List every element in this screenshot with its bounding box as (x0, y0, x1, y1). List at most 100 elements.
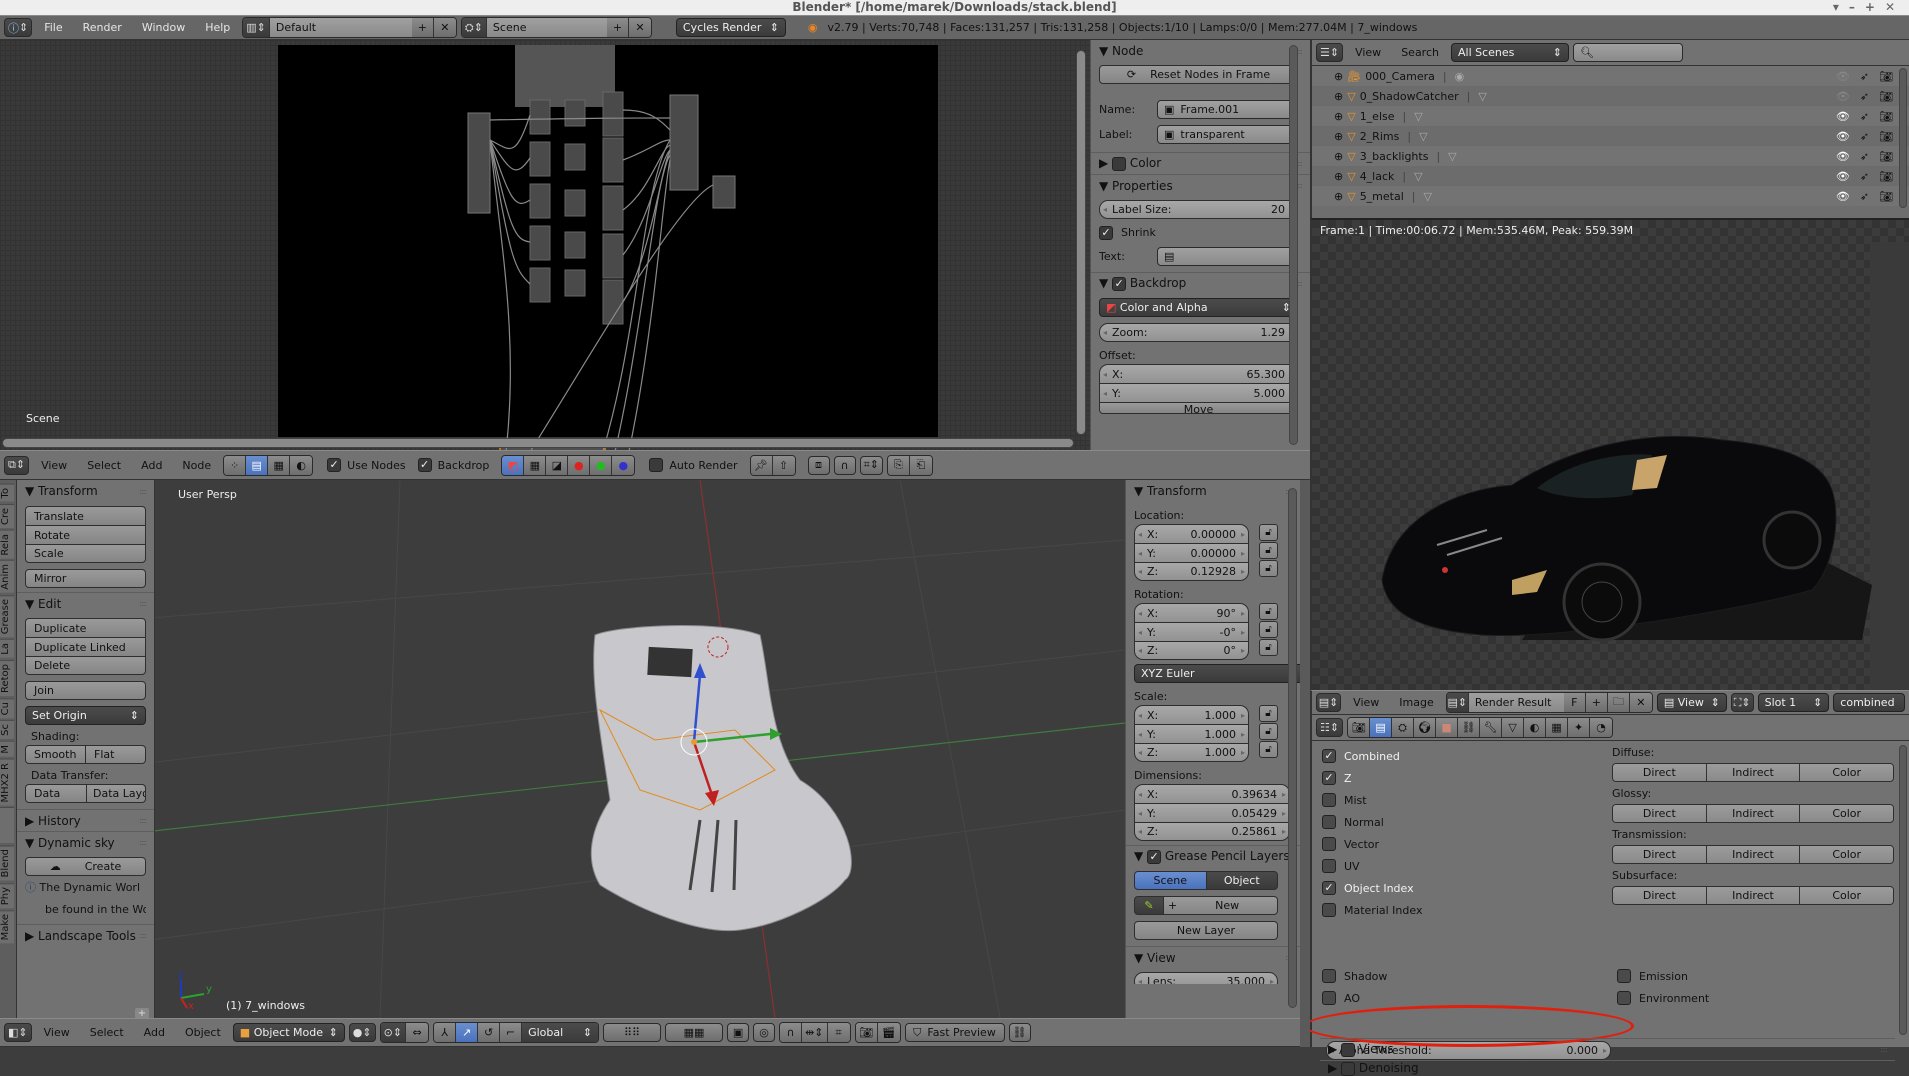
fast-preview-button[interactable]: ⛉ Fast Preview (904, 1023, 1005, 1042)
lock-icon[interactable]: 🔓︎ (1259, 621, 1278, 638)
pass-item[interactable]: ✓ Combined (1322, 745, 1602, 767)
properties-editor-type-button[interactable]: ☷⇕ (1316, 718, 1344, 737)
3d-editor-type-button[interactable]: ◧⇕ (4, 1023, 32, 1042)
expand-icon[interactable]: ⊕ (1334, 70, 1343, 83)
outliner-scrollbar[interactable] (1899, 68, 1907, 208)
outliner-display-mode-select[interactable]: All Scenes ⇕ (1450, 43, 1569, 62)
scale-x-field[interactable]: X:1.000 (1134, 705, 1249, 724)
pencil-icon[interactable]: ✎ (1134, 896, 1164, 915)
expand-icon[interactable]: ⊕ (1334, 130, 1343, 143)
pass-checkbox[interactable]: ✓ (1322, 749, 1336, 763)
toolshelf-tab[interactable]: Grease (0, 594, 14, 638)
mesh-data-icon[interactable]: ▽ (1414, 110, 1422, 123)
node-editor-type-button[interactable]: ⧉⇕ (4, 455, 30, 475)
dimensions-x-field[interactable]: X:0.39634 (1134, 784, 1290, 803)
node-panel-scrollbar[interactable] (1289, 45, 1298, 445)
image-editor-type-button[interactable]: ▤⇕ (1316, 693, 1342, 712)
viewport-shading-select[interactable]: ●⇕ (348, 1023, 376, 1042)
parent-tree-icon[interactable]: ⇧ (772, 455, 795, 475)
scale-button[interactable]: Scale (25, 544, 146, 563)
delete-screen-button[interactable]: ✕ (433, 18, 456, 37)
pivot-group[interactable]: ⊙⇕ ⇔ (379, 1022, 430, 1043)
particles-context-icon[interactable]: ✦ (1568, 718, 1591, 737)
grease-pencil-header[interactable]: ▼ ✓ Grease Pencil Layers (1126, 845, 1300, 867)
lock-layers-icon[interactable]: ▣ (727, 1023, 750, 1042)
use-nodes-checkbox[interactable]: ✓ (327, 458, 342, 472)
image-name-field[interactable]: Render Result (1468, 693, 1564, 712)
pass-checkbox[interactable]: ✓ (1322, 881, 1336, 895)
menu-window[interactable]: Window (134, 21, 193, 34)
label-size-field[interactable]: Label Size:20 (1099, 200, 1298, 219)
image-browse-icon[interactable]: ▤⇕ (1446, 693, 1469, 712)
interaction-mode-select[interactable]: ■ Object Mode ⇕ (232, 1023, 345, 1042)
data-transfer-button[interactable]: Data (25, 784, 87, 803)
node-panel-header[interactable]: ▼ Node:::: (1091, 40, 1310, 62)
visibility-eye-icon[interactable]: 👁︎ (1836, 110, 1850, 123)
toolshelf-tab[interactable]: Rela (0, 529, 14, 559)
shrink-checkbox[interactable]: ✓ (1099, 226, 1113, 240)
image-menu-image[interactable]: Image (1391, 696, 1441, 709)
pass-color-button[interactable]: Color (1800, 887, 1893, 904)
dynamic-sky-header[interactable]: ▼ Dynamic sky:::: (17, 831, 154, 853)
duplicate-linked-button[interactable]: Duplicate Linked (25, 637, 146, 656)
toolshelf-tab[interactable]: M (0, 741, 14, 757)
layers-grid-1[interactable]: ⠿⠿ (603, 1023, 662, 1042)
pass-checkbox[interactable]: ✓ (1322, 771, 1336, 785)
scale-z-field[interactable]: Z:1.000 (1134, 743, 1249, 762)
toolshelf-tab[interactable]: Cu (0, 697, 14, 719)
pass-checkbox[interactable] (1322, 837, 1336, 851)
snap-toggle-icon[interactable]: ∩ (780, 1023, 803, 1042)
pass-indirect-button[interactable]: Indirect (1706, 846, 1801, 863)
create-sky-button[interactable]: ☁ Create (25, 857, 146, 876)
3d-viewport[interactable]: User Persp z y x (1) 7_windows (0, 480, 1125, 1018)
new-grease-pencil-button[interactable]: + New (1164, 896, 1278, 915)
renderability-camera-icon[interactable]: 📷︎ (1879, 70, 1893, 83)
pass-item[interactable]: ✓ Object Index (1322, 877, 1602, 899)
use-custom-color-checkbox[interactable] (1112, 156, 1127, 171)
renderability-camera-icon[interactable]: 📷︎ (1879, 150, 1893, 163)
opengl-render-group[interactable]: 📷︎ 🎬︎ (854, 1022, 901, 1043)
pass-emission-checkbox[interactable] (1617, 969, 1631, 983)
world-context-icon[interactable]: 🌍︎ (1414, 718, 1437, 737)
outliner-search-input[interactable]: 🔍︎ (1572, 43, 1683, 62)
pass-direct-button[interactable]: Direct (1613, 764, 1707, 781)
visibility-eye-icon[interactable]: 👁︎ (1836, 170, 1850, 183)
dimensions-y-field[interactable]: Y:0.05429 (1134, 803, 1290, 822)
properties-scrollbar[interactable] (1899, 745, 1907, 1035)
close-icon[interactable]: ✕ (1885, 0, 1905, 14)
copy-icon[interactable]: ⎘ (887, 455, 910, 475)
location-x-field[interactable]: X:0.00000 (1134, 524, 1249, 543)
move-backdrop-button[interactable]: Move (1099, 402, 1298, 414)
text-datablock-field[interactable]: ▤ (1157, 247, 1298, 266)
lock-icon[interactable]: 🔓︎ (1259, 603, 1278, 620)
pass-shadow[interactable]: Shadow (1322, 965, 1602, 987)
other-nodes-icon[interactable]: ◐ (290, 455, 313, 475)
selectability-cursor-icon[interactable]: ➶ (1860, 70, 1869, 83)
viewport-scene[interactable] (0, 480, 1125, 1018)
copy-paste-group[interactable]: ⎘ ⎗ (886, 454, 933, 476)
visibility-eye-icon[interactable]: 👁︎ (1836, 190, 1850, 203)
editor-type-info-button[interactable]: ⓘ ⇕ (4, 18, 33, 37)
outliner-editor-type-button[interactable]: ☰⇕ (1316, 43, 1344, 62)
mesh-data-icon[interactable]: ▽ (1414, 170, 1422, 183)
node-menu-view[interactable]: View (33, 459, 75, 472)
add-scene-button[interactable]: + (606, 18, 629, 37)
data-context-icon[interactable]: ▽ (1502, 718, 1525, 737)
mirror-button[interactable]: Mirror (25, 569, 146, 588)
reset-nodes-in-frame-button[interactable]: ⟳ Reset Nodes in Frame (1099, 65, 1298, 84)
outliner-item[interactable]: ⊕ ▽ 5_metal | ▽ 👁︎ ➶ 📷︎ (1312, 186, 1909, 206)
node-graph[interactable] (0, 40, 1090, 450)
toolshelf-tab[interactable]: Retop (0, 659, 14, 696)
menu-render[interactable]: Render (75, 21, 130, 34)
render-engine-select[interactable]: Cycles Render ⇕ (675, 18, 786, 37)
toolshelf-tab[interactable] (0, 807, 14, 844)
rotate-manipulator-icon[interactable]: ↺ (478, 1023, 501, 1042)
render-slot-select[interactable]: Slot 1 ⇕ (1757, 693, 1830, 712)
snap-icon[interactable]: ⧈ (807, 455, 830, 475)
pass-environment-checkbox[interactable] (1617, 991, 1631, 1005)
color-alpha-channel-icon[interactable]: ◩ (502, 455, 525, 475)
node-menu-select[interactable]: Select (79, 459, 129, 472)
screen-layout-selector[interactable]: ▥⇕ Default + ✕ (242, 17, 457, 38)
screen-layout-icon[interactable]: ▥⇕ (243, 18, 270, 37)
3d-menu-object[interactable]: Object (177, 1026, 229, 1039)
